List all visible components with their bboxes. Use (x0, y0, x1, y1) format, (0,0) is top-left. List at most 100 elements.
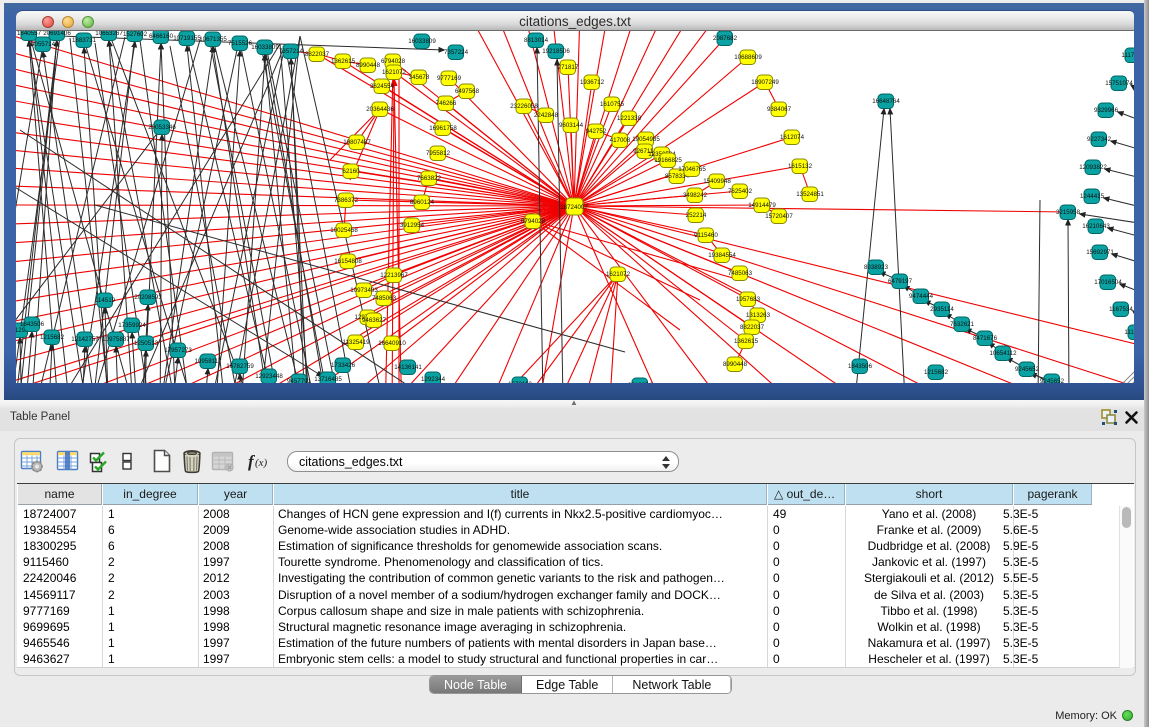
svg-text:9474444: 9474444 (909, 293, 934, 300)
svg-text:1957683: 1957683 (736, 296, 761, 303)
svg-text:1244415: 1244415 (1080, 193, 1105, 200)
svg-text:16648764: 16648764 (872, 98, 900, 105)
svg-text:7357214: 7357214 (279, 48, 304, 55)
svg-text:9777169: 9777169 (437, 75, 462, 82)
svg-text:9227342: 9227342 (1087, 136, 1112, 143)
svg-text:9463627: 9463627 (362, 317, 387, 324)
svg-text:1527602: 1527602 (123, 31, 148, 38)
svg-text:1615132: 1615132 (788, 163, 813, 170)
svg-text:17359924: 17359924 (118, 322, 146, 329)
svg-text:3912954: 3912954 (400, 222, 425, 229)
svg-text:7357224: 7357224 (444, 49, 469, 56)
svg-text:3912954: 3912954 (628, 382, 653, 383)
svg-text:23226058: 23226058 (510, 103, 538, 110)
svg-text:10025458: 10025458 (330, 227, 358, 234)
svg-text:3215958: 3215958 (1056, 209, 1081, 216)
svg-text:3624554: 3624554 (370, 83, 395, 90)
svg-text:14136141: 14136141 (394, 364, 422, 371)
svg-text:417008: 417008 (610, 137, 631, 144)
svg-text:10807487: 10807487 (343, 139, 371, 146)
svg-text:16961758: 16961758 (429, 125, 457, 132)
svg-text:2087682: 2087682 (713, 35, 738, 42)
svg-text:18907249: 18907249 (751, 79, 779, 86)
svg-text:20364436: 20364436 (366, 106, 394, 113)
svg-text:16154808: 16154808 (334, 258, 362, 265)
svg-text:10719155: 10719155 (173, 35, 201, 42)
svg-text:10653267: 10653267 (95, 31, 123, 37)
svg-text:14914479: 14914479 (748, 202, 776, 209)
svg-text:19218506: 19218506 (542, 48, 570, 55)
svg-text:9457791: 9457791 (287, 378, 312, 383)
svg-text:15692971: 15692971 (1086, 249, 1114, 256)
svg-text:9245652: 9245652 (1040, 378, 1065, 383)
svg-text:1250513: 1250513 (134, 340, 159, 347)
svg-text:16782759: 16782759 (226, 363, 254, 370)
svg-text:10958117: 10958117 (194, 358, 222, 365)
svg-text:9115460: 9115460 (694, 232, 718, 239)
svg-text:9384067: 9384067 (767, 106, 792, 113)
svg-text:6497568: 6497568 (455, 88, 480, 95)
svg-text:16210643: 16210643 (1082, 223, 1110, 230)
svg-text:13524851: 13524851 (796, 191, 824, 198)
svg-text:19384554: 19384554 (708, 252, 736, 259)
svg-text:8990448: 8990448 (723, 361, 748, 368)
svg-text:12142757: 12142757 (71, 336, 99, 343)
svg-text:9603144: 9603144 (559, 122, 584, 129)
svg-text:15720407: 15720407 (765, 213, 793, 220)
svg-text:10688609: 10688609 (734, 54, 762, 61)
svg-text:271817: 271817 (558, 64, 579, 71)
svg-text:7515526: 7515526 (228, 40, 253, 47)
svg-text:16033809: 16033809 (408, 38, 436, 45)
svg-text:12213967: 12213967 (380, 272, 408, 279)
svg-text:10975887: 10975887 (102, 336, 130, 343)
svg-text:2935114: 2935114 (930, 306, 954, 313)
svg-text:4055714: 4055714 (31, 41, 56, 48)
svg-text:1117532: 1117532 (1121, 52, 1134, 59)
svg-text:15751074: 15751074 (1105, 80, 1133, 87)
svg-text:8990448: 8990448 (356, 62, 381, 69)
svg-text:3498242: 3498242 (683, 192, 708, 199)
svg-text:20691406: 20691406 (43, 31, 71, 37)
svg-text:1621072: 1621072 (606, 271, 631, 278)
svg-text:8960124: 8960124 (410, 199, 435, 206)
svg-text:20208593: 20208593 (134, 294, 162, 301)
svg-text:1167534: 1167534 (1109, 306, 1133, 313)
svg-text:7485063: 7485063 (728, 270, 753, 277)
svg-text:9245652: 9245652 (1015, 366, 1040, 373)
svg-text:17016504: 17016504 (1094, 279, 1122, 286)
svg-text:8471676: 8471676 (973, 335, 998, 342)
svg-text:18724007: 18724007 (560, 204, 588, 211)
svg-text:942752: 942752 (586, 128, 607, 135)
svg-text:19166825: 19166825 (654, 157, 682, 164)
svg-text:1362615: 1362615 (734, 338, 759, 345)
svg-text:252214: 252214 (686, 212, 707, 219)
svg-text:1936712: 1936712 (580, 79, 605, 86)
svg-text:1362615: 1362615 (331, 58, 356, 65)
svg-text:7955812: 7955812 (426, 150, 451, 157)
svg-text:17957273: 17957273 (164, 347, 192, 354)
svg-text:8813014: 8813014 (524, 37, 549, 44)
svg-text:746266: 746266 (436, 100, 457, 107)
svg-text:1215682: 1215682 (924, 369, 949, 376)
svg-text:16033809: 16033809 (251, 44, 279, 51)
svg-text:9329966: 9329966 (1094, 107, 1119, 114)
svg-text:16640910: 16640910 (378, 340, 406, 347)
svg-text:7386372: 7386372 (334, 197, 359, 204)
svg-text:8822037: 8822037 (305, 51, 330, 58)
svg-text:10654112: 10654112 (989, 350, 1017, 357)
svg-text:1117532: 1117532 (1124, 329, 1134, 336)
svg-text:1843506: 1843506 (848, 363, 873, 370)
svg-text:19054985: 19054985 (632, 136, 660, 143)
svg-text:1733426: 1733426 (331, 362, 356, 369)
svg-text:1883731: 1883731 (72, 37, 97, 44)
svg-text:12923448: 12923448 (255, 373, 283, 380)
svg-text:(x): (x) (255, 457, 268, 469)
svg-text:6794028: 6794028 (381, 58, 406, 65)
svg-text:345678: 345678 (409, 74, 430, 81)
svg-text:8938923: 8938923 (864, 264, 889, 271)
svg-text:1612074: 1612074 (780, 134, 805, 141)
svg-text:7485063: 7485063 (372, 295, 397, 302)
svg-text:17046765: 17046765 (678, 166, 706, 173)
svg-text:114519: 114519 (95, 297, 116, 304)
svg-text:10973493: 10973493 (350, 287, 378, 294)
